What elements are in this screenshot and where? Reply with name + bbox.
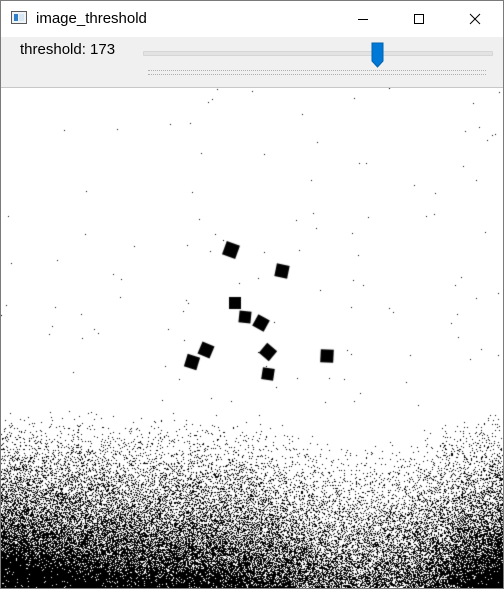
binary-image-canvas	[1, 88, 503, 588]
minimize-icon	[358, 19, 368, 20]
trackbar-label: threshold: 173	[20, 41, 116, 58]
opencv-window-icon	[11, 11, 27, 24]
trackbar-thumb[interactable]	[371, 42, 384, 68]
close-icon	[469, 13, 481, 25]
window-title: image_threshold	[36, 10, 147, 27]
close-button[interactable]	[447, 1, 503, 37]
minimize-button[interactable]	[335, 1, 391, 37]
app-window: image_threshold threshold: 173	[0, 0, 504, 589]
maximize-icon	[414, 14, 424, 24]
trackbar-ticks	[148, 70, 486, 75]
maximize-button[interactable]	[391, 1, 447, 37]
title-bar[interactable]: image_threshold	[1, 1, 503, 37]
trackbar-panel: threshold: 173	[1, 37, 503, 88]
trackbar-track[interactable]	[143, 51, 493, 56]
threshold-image	[1, 88, 503, 588]
